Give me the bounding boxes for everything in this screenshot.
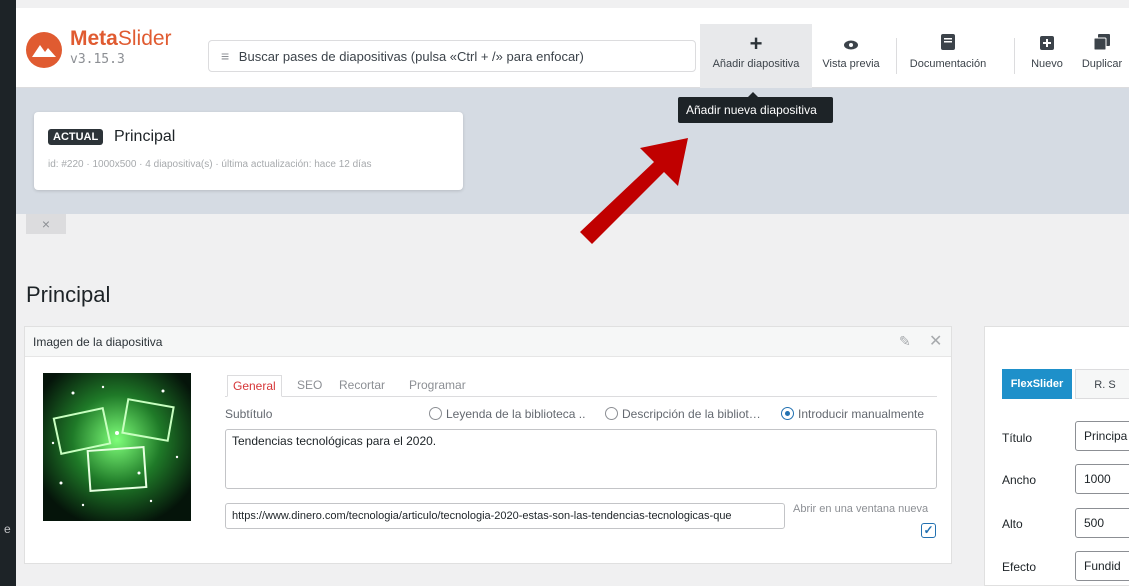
annotation-arrow-icon <box>580 138 688 244</box>
radio-button-icon <box>429 407 442 420</box>
app-version: v3.15.3 <box>70 52 125 67</box>
slide-url-input[interactable]: https://www.dinero.com/tecnologia/articu… <box>225 503 785 529</box>
add-slide-label: Añadir diapositiva <box>712 58 800 70</box>
search-input[interactable]: ≡ Buscar pases de diapositivas (pulsa «C… <box>208 40 696 72</box>
duplicate-button[interactable]: Duplicar <box>1072 24 1129 88</box>
tab-schedule[interactable]: Programar <box>409 375 466 397</box>
brand-slider: Slider <box>117 27 172 50</box>
app-brand: MetaSlider <box>70 28 172 50</box>
page-title: Principal <box>26 282 111 307</box>
setting-title-label: Título <box>1002 431 1033 445</box>
setting-width-input[interactable]: 1000 <box>1075 464 1129 494</box>
search-placeholder: Buscar pases de diapositivas (pulsa «Ctr… <box>238 49 584 64</box>
slide-panel: Imagen de la diapositiva ✎ ✕ General SEO… <box>24 326 952 564</box>
tab-flexslider[interactable]: FlexSlider <box>1002 369 1072 399</box>
toolbar-divider <box>896 38 897 74</box>
setting-title-input[interactable]: Principa <box>1075 421 1129 451</box>
top-gap <box>16 0 1129 8</box>
metaslider-toolbar: MetaSlider v3.15.3 ≡ Buscar pases de dia… <box>16 8 1129 88</box>
tab-general[interactable]: General <box>227 375 282 397</box>
slide-header-title: Imagen de la diapositiva <box>33 335 163 349</box>
new-window-label: Abrir en una ventana nueva <box>793 503 929 515</box>
documentation-button[interactable]: Documentación <box>898 24 998 88</box>
slide-thumbnail[interactable] <box>43 373 191 521</box>
radio-manual-entry[interactable]: Introducir manualmente <box>781 407 924 421</box>
close-icon[interactable]: × <box>26 214 66 234</box>
metaslider-logo-icon <box>26 32 62 68</box>
eye-icon <box>814 32 888 56</box>
plus-icon: + <box>749 31 763 56</box>
current-badge: ACTUAL <box>48 129 104 145</box>
tab-crop[interactable]: Recortar <box>339 375 385 397</box>
add-slide-button[interactable]: + Añadir diapositiva <box>700 24 812 88</box>
tab-seo[interactable]: SEO <box>297 375 322 397</box>
setting-height-label: Alto <box>1002 517 1023 531</box>
setting-effect-select[interactable]: Fundid <box>1075 551 1129 581</box>
radio-label: Introducir manualmente <box>798 407 925 421</box>
preview-label: Vista previa <box>822 58 880 70</box>
hamburger-icon: ≡ <box>221 48 230 64</box>
sidebar-edge-text: e <box>4 522 11 536</box>
setting-width-label: Ancho <box>1002 473 1037 487</box>
slideshow-meta: id: #220 · 1000x500 · 4 diapositiva(s) ·… <box>48 159 372 170</box>
radio-button-selected-icon <box>781 407 794 420</box>
delete-slide-icon[interactable]: ✕ <box>929 331 942 351</box>
book-icon <box>898 32 998 56</box>
radio-label: Descripción de la bibliot… <box>622 407 761 421</box>
duplicate-label: Duplicar <box>1081 58 1123 70</box>
settings-panel: FlexSlider R. S Título Principa Ancho 10… <box>984 326 1129 586</box>
documentation-label: Documentación <box>909 58 987 70</box>
radio-library-description[interactable]: Descripción de la bibliot… <box>605 407 761 421</box>
toolbar-divider <box>1014 38 1015 74</box>
new-slideshow-button[interactable]: Nuevo <box>1026 24 1068 88</box>
current-slideshow-card[interactable]: ACTUAL Principal id: #220 · 1000x500 · 4… <box>34 112 463 190</box>
add-slide-tooltip: Añadir nueva diapositiva <box>678 92 833 123</box>
pencil-icon[interactable]: ✎ <box>899 333 911 350</box>
tab-responsive-slides[interactable]: R. S <box>1075 369 1129 399</box>
brand-meta: Meta <box>70 27 118 50</box>
subtitle-label: Subtítulo <box>225 407 273 421</box>
copy-icon <box>1072 32 1129 56</box>
radio-library-caption[interactable]: Leyenda de la biblioteca .. <box>429 407 585 421</box>
admin-sidebar-edge: e <box>0 0 16 586</box>
radio-button-icon <box>605 407 618 420</box>
setting-effect-label: Efecto <box>1002 560 1037 574</box>
new-window-checkbox[interactable]: ✓ <box>921 523 936 538</box>
new-plus-square-icon <box>1026 32 1068 56</box>
preview-button[interactable]: Vista previa <box>814 24 888 88</box>
slide-header: Imagen de la diapositiva ✎ ✕ <box>25 327 951 357</box>
slideshow-title: Principal <box>114 128 176 145</box>
setting-height-input[interactable]: 500 <box>1075 508 1129 538</box>
slide-tabs: General SEO Recortar Programar <box>225 371 937 397</box>
radio-label: Leyenda de la biblioteca .. <box>446 407 586 421</box>
new-label: Nuevo <box>1031 58 1063 70</box>
caption-textarea[interactable]: Tendencias tecnológicas para el 2020. <box>225 429 937 489</box>
